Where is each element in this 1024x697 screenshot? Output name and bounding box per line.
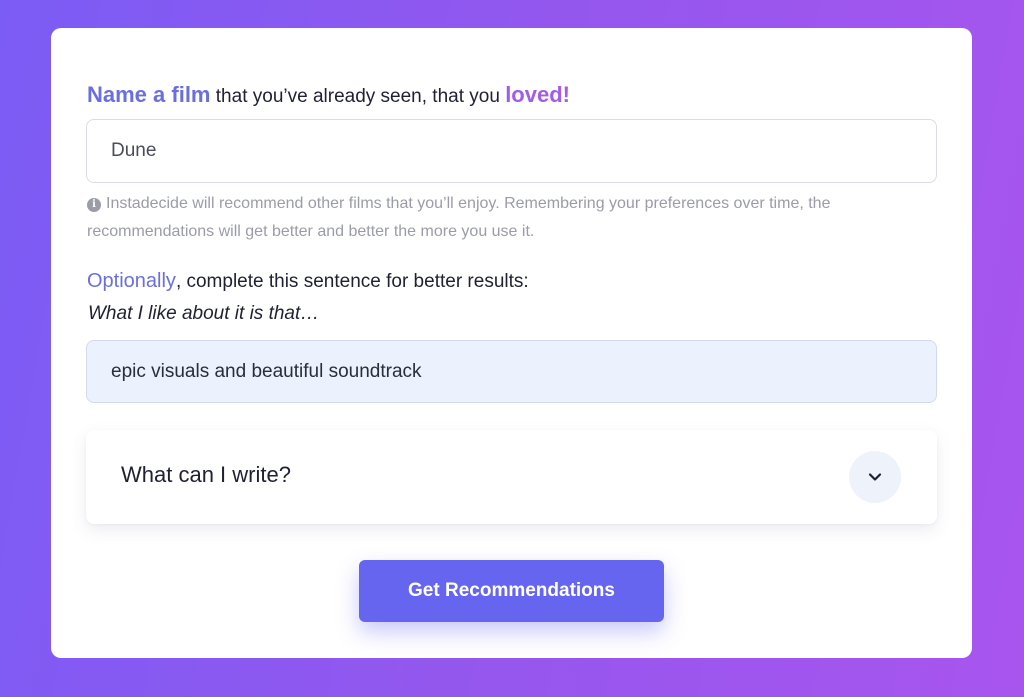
chevron-down-icon [868,473,882,481]
hint-text: Instadecide will recommend other films t… [87,195,831,240]
optional-label: Optionally, complete this sentence for b… [87,270,529,293]
film-label-highlight: Name a film [87,82,211,107]
reason-input[interactable] [86,340,937,403]
accordion-toggle-button[interactable] [849,451,901,503]
sentence-prompt: What I like about it is that… [88,303,320,324]
optional-label-text: , complete this sentence for better resu… [175,271,529,292]
film-label-text: that you’ve already seen, that you [210,86,506,107]
get-recommendations-button[interactable]: Get Recommendations [359,560,664,622]
accordion-title: What can I write? [121,462,291,487]
optional-label-highlight: Optionally [87,270,176,292]
info-icon: i [87,198,101,212]
film-name-input[interactable] [86,119,937,183]
what-can-i-write-accordion[interactable]: What can I write? [86,430,937,524]
hint-text-block: i Instadecide will recommend other films … [87,190,937,246]
film-label-loved: loved! [505,82,570,107]
film-label: Name a film that you’ve already seen, th… [87,82,570,108]
recommendation-form-card: Name a film that you’ve already seen, th… [51,28,972,658]
